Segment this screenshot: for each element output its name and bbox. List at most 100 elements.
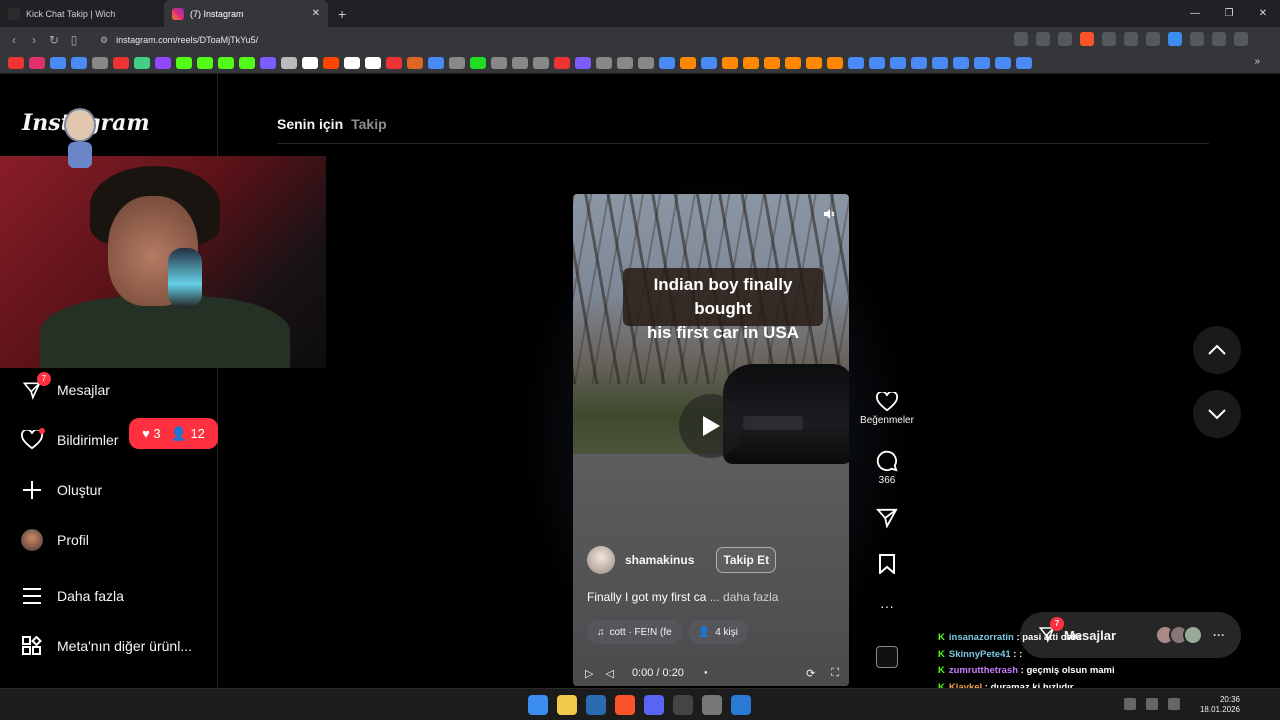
bookmark-item[interactable]: [995, 57, 1011, 69]
menu-icon[interactable]: [1256, 32, 1270, 46]
cast-icon[interactable]: [1036, 32, 1050, 46]
fullscreen-icon[interactable]: ⛶: [831, 667, 839, 680]
bookmark-item[interactable]: [71, 57, 87, 69]
author-avatar[interactable]: [587, 546, 615, 574]
audio-thumbnail[interactable]: [876, 646, 898, 668]
taskbar-app-icon[interactable]: [702, 695, 722, 715]
bookmark-item[interactable]: [890, 57, 906, 69]
close-tab-icon[interactable]: ✕: [312, 8, 320, 19]
bookmark-item[interactable]: [932, 57, 948, 69]
restore-button[interactable]: ❐: [1212, 0, 1246, 27]
back-icon[interactable]: ‹: [4, 33, 24, 47]
bookmark-item[interactable]: [743, 57, 759, 69]
close-window-button[interactable]: ✕: [1246, 0, 1280, 27]
bookmark-item[interactable]: [659, 57, 675, 69]
previous-reel-button[interactable]: [1193, 326, 1241, 374]
bookmark-item[interactable]: [281, 57, 297, 69]
new-tab-button[interactable]: +: [338, 6, 346, 22]
like-button[interactable]: Beğenmeler: [856, 392, 918, 426]
bookmark-item[interactable]: [155, 57, 171, 69]
more-bookmarks-icon[interactable]: »: [1254, 56, 1260, 67]
play-small-icon[interactable]: ▷: [585, 667, 593, 680]
extension-icon[interactable]: [1124, 32, 1138, 46]
bookmark-item[interactable]: [239, 57, 255, 69]
bookmark-item[interactable]: [260, 57, 276, 69]
follow-button[interactable]: Takip Et: [716, 547, 777, 573]
bookmark-item[interactable]: [533, 57, 549, 69]
bookmark-item[interactable]: [92, 57, 108, 69]
taskbar-app-icon[interactable]: [644, 695, 664, 715]
save-button[interactable]: [856, 554, 918, 577]
bookmark-item[interactable]: [344, 57, 360, 69]
notifications-popup-pill[interactable]: ♥ 3 👤 12: [129, 418, 218, 449]
progress-dot[interactable]: ●: [704, 670, 708, 676]
author-username[interactable]: shamakinus: [625, 553, 694, 567]
bookmark-item[interactable]: [680, 57, 696, 69]
bookmark-item[interactable]: [470, 57, 486, 69]
bookmark-item[interactable]: [785, 57, 801, 69]
taskbar-app-icon[interactable]: [615, 695, 635, 715]
bookmark-item[interactable]: [869, 57, 885, 69]
tray-icon[interactable]: [1124, 698, 1136, 710]
tagged-people-chip[interactable]: 👤 4 kişi: [687, 620, 748, 644]
extension-icon[interactable]: [1102, 32, 1116, 46]
extension-icon[interactable]: [1190, 32, 1204, 46]
clock[interactable]: 20:36 18.01.2026: [1200, 695, 1240, 715]
bookmark-item[interactable]: [365, 57, 381, 69]
bookmark-item[interactable]: [407, 57, 423, 69]
reload-icon[interactable]: ↻: [44, 33, 64, 47]
bookmark-item[interactable]: [596, 57, 612, 69]
bookmark-item[interactable]: [764, 57, 780, 69]
bookmark-item[interactable]: [911, 57, 927, 69]
bookmark-item[interactable]: [29, 57, 45, 69]
url-field[interactable]: ⚙ instagram.com/reels/DToaMjTkYu5/: [100, 35, 258, 46]
bookmark-item[interactable]: [176, 57, 192, 69]
forward-icon[interactable]: ›: [24, 33, 44, 47]
tab-for-you[interactable]: Senin için: [277, 116, 343, 132]
bookmark-item[interactable]: [8, 57, 24, 69]
bookmark-item[interactable]: [302, 57, 318, 69]
mute-icon[interactable]: [823, 208, 835, 223]
bookmark-item[interactable]: [848, 57, 864, 69]
bookmark-item[interactable]: [50, 57, 66, 69]
bookmark-item[interactable]: [806, 57, 822, 69]
puzzle-icon[interactable]: [1212, 32, 1226, 46]
brave-shield-icon[interactable]: [1080, 32, 1094, 46]
bookmark-item[interactable]: [134, 57, 150, 69]
settings-icon[interactable]: ⟳: [806, 667, 815, 680]
sidebar-item-profile[interactable]: Profil: [20, 528, 89, 552]
bookmark-item[interactable]: [638, 57, 654, 69]
tab-instagram[interactable]: (7) Instagram ✕: [164, 0, 328, 27]
minimize-button[interactable]: —: [1178, 0, 1212, 27]
bookmark-item[interactable]: [113, 57, 129, 69]
bookmark-item[interactable]: [974, 57, 990, 69]
bookmark-item[interactable]: [386, 57, 402, 69]
sidebar-item-notifications[interactable]: Bildirimler: [20, 428, 118, 452]
comment-button[interactable]: 366: [856, 450, 918, 486]
extension-icon[interactable]: [1146, 32, 1160, 46]
bookmark-item[interactable]: [554, 57, 570, 69]
bookmark-item[interactable]: [722, 57, 738, 69]
more-link[interactable]: ... daha fazla: [710, 590, 779, 604]
bookmark-item[interactable]: [323, 57, 339, 69]
bookmark-item[interactable]: [575, 57, 591, 69]
sidebar-icon[interactable]: [1234, 32, 1248, 46]
bookmark-item[interactable]: [491, 57, 507, 69]
sidebar-item-messages[interactable]: 7 Mesajlar: [20, 372, 110, 402]
zoom-icon[interactable]: [1014, 32, 1028, 46]
bookmark-item[interactable]: [827, 57, 843, 69]
bookmark-item[interactable]: [428, 57, 444, 69]
bookmark-item[interactable]: [617, 57, 633, 69]
bookmark-item[interactable]: [953, 57, 969, 69]
bookmark-item[interactable]: [512, 57, 528, 69]
bookmark-item[interactable]: [197, 57, 213, 69]
bookmark-item[interactable]: [701, 57, 717, 69]
network-icon[interactable]: [1146, 698, 1158, 710]
taskbar-app-icon[interactable]: [557, 695, 577, 715]
tab-kick-chat[interactable]: Kick Chat Takip | Wich: [0, 0, 164, 27]
sidebar-item-more[interactable]: Daha fazla: [20, 584, 124, 608]
site-info-icon[interactable]: ⚙: [100, 35, 108, 46]
sidebar-item-meta[interactable]: Meta'nın diğer ürünl...: [20, 634, 192, 658]
share-icon[interactable]: [1058, 32, 1072, 46]
taskbar-app-icon[interactable]: [586, 695, 606, 715]
